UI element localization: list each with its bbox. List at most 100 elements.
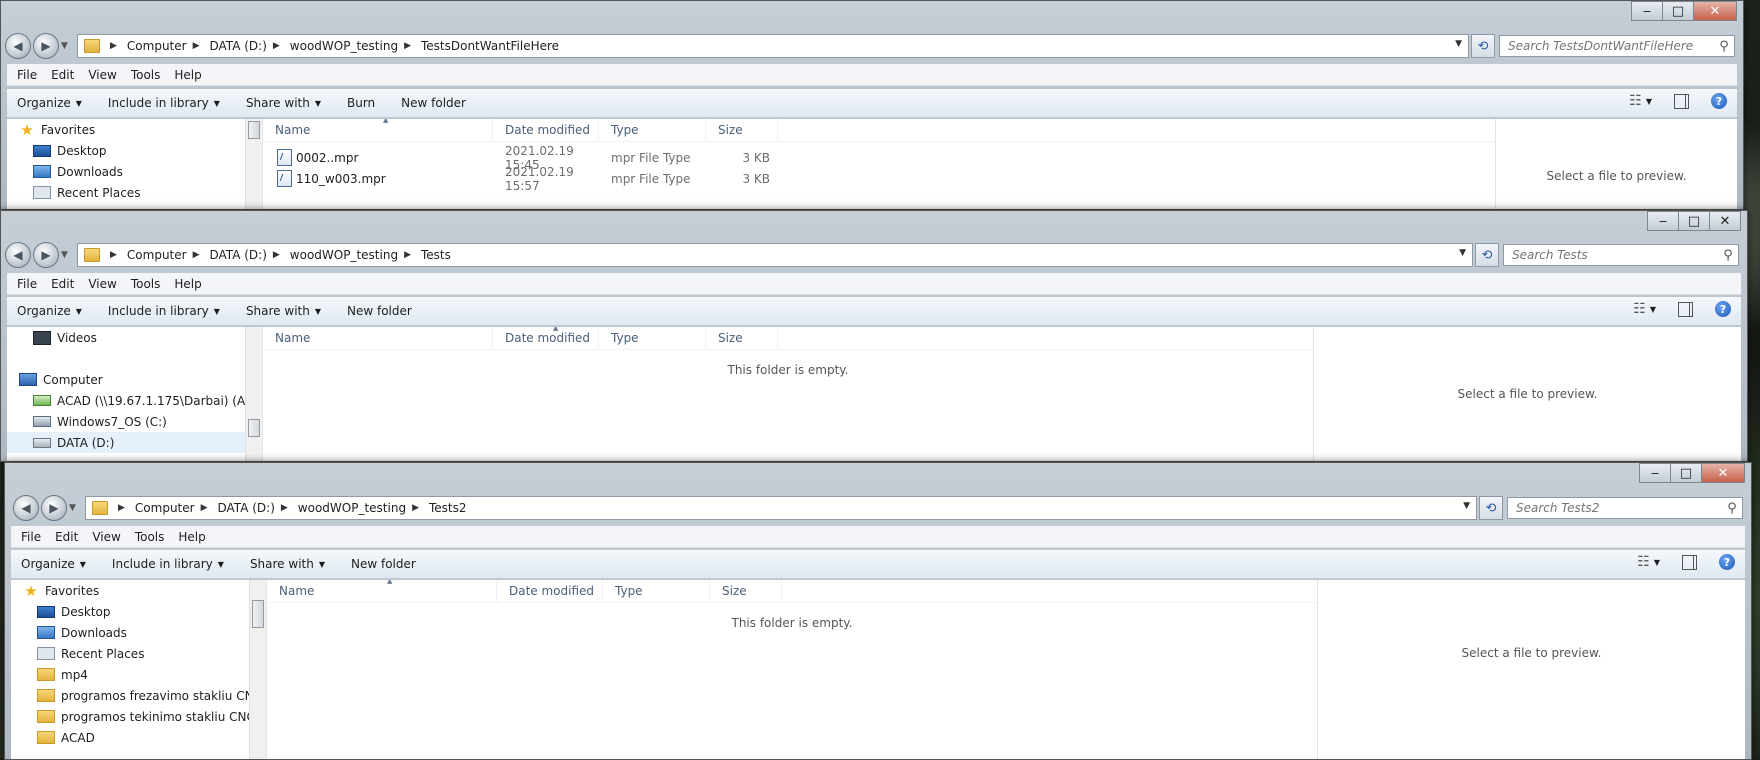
address-dropdown-icon[interactable]: ▼ [1463, 501, 1470, 511]
breadcrumb-data-drive[interactable]: DATA (D:) ▶ [210, 39, 290, 53]
menu-edit[interactable]: Edit [51, 68, 74, 82]
menu-view[interactable]: View [88, 277, 116, 291]
recent-pages-dropdown[interactable]: ▼ [69, 503, 79, 513]
refresh-button[interactable]: ⟲ [1475, 243, 1499, 267]
recent-pages-dropdown[interactable]: ▼ [61, 41, 71, 51]
breadcrumb-computer[interactable]: Computer ▶ [127, 39, 210, 53]
refresh-button[interactable]: ⟲ [1479, 496, 1503, 520]
nav-folder-acad[interactable]: ACAD [11, 727, 266, 748]
column-type[interactable]: Type [599, 119, 706, 141]
maximize-button[interactable]: □ [1662, 1, 1694, 21]
breadcrumb-current-folder[interactable]: Tests [421, 248, 451, 262]
menu-tools[interactable]: Tools [135, 530, 165, 544]
nav-videos[interactable]: Videos [7, 327, 262, 348]
breadcrumb-computer[interactable]: Computer ▶ [127, 248, 210, 262]
share-with-button[interactable]: Share with ▼ [250, 557, 325, 571]
column-size[interactable]: Size [706, 119, 778, 141]
address-dropdown-icon[interactable]: ▼ [1455, 39, 1462, 49]
views-icon[interactable]: ☷ [1629, 93, 1642, 109]
nav-downloads[interactable]: Downloads [11, 622, 266, 643]
address-bar[interactable]: ▶ Computer ▶ DATA (D:) ▶ woodWOP_testing ▶ … [77, 34, 1469, 58]
menu-file[interactable]: File [21, 530, 41, 544]
scrollbar-thumb[interactable] [248, 121, 260, 139]
search-box[interactable]: ⚲ [1499, 35, 1735, 57]
close-button[interactable]: ✕ [1693, 1, 1737, 21]
column-type[interactable]: Type [603, 580, 710, 602]
search-icon[interactable]: ⚲ [1714, 39, 1734, 54]
menu-view[interactable]: View [92, 530, 120, 544]
burn-button[interactable]: Burn [347, 96, 375, 110]
close-button[interactable]: ✕ [1709, 211, 1741, 231]
menu-edit[interactable]: Edit [51, 277, 74, 291]
nav-computer[interactable]: Computer [7, 369, 262, 390]
file-row[interactable]: 110_w003.mpr 2021.02.19 15:57 mpr File T… [263, 165, 1495, 193]
scrollbar-thumb[interactable] [248, 419, 260, 437]
nav-scrollbar[interactable] [249, 580, 266, 759]
nav-desktop[interactable]: Desktop [11, 601, 266, 622]
search-input[interactable] [1506, 38, 1714, 54]
back-button[interactable]: ◀ [13, 495, 39, 521]
minimize-button[interactable]: ‒ [1647, 211, 1679, 231]
breadcrumb-woodwop-testing[interactable]: woodWOP_testing ▶ [290, 39, 421, 53]
nav-scrollbar[interactable] [245, 327, 262, 461]
new-folder-button[interactable]: New folder [347, 304, 412, 318]
breadcrumb-root[interactable]: ▶ [112, 503, 135, 513]
help-icon[interactable]: ? [1719, 554, 1735, 570]
menu-file[interactable]: File [17, 277, 37, 291]
breadcrumb-root[interactable]: ▶ [104, 250, 127, 260]
scrollbar-thumb[interactable] [252, 600, 264, 628]
organize-button[interactable]: Organize ▼ [17, 96, 82, 110]
nav-folder-frezavimo[interactable]: programos frezavimo stakliu CNC [11, 685, 266, 706]
address-bar[interactable]: ▶ Computer ▶ DATA (D:) ▶ woodWOP_testing ▶ … [77, 243, 1473, 267]
column-name[interactable]: Name [263, 327, 493, 349]
help-icon[interactable]: ? [1715, 301, 1731, 317]
column-type[interactable]: Type [599, 327, 706, 349]
breadcrumb-woodwop-testing[interactable]: woodWOP_testing ▶ [298, 501, 429, 515]
maximize-button[interactable]: □ [1678, 211, 1710, 231]
search-box[interactable]: ⚲ [1503, 244, 1739, 266]
back-button[interactable]: ◀ [5, 242, 31, 268]
menu-help[interactable]: Help [178, 530, 205, 544]
column-name[interactable]: Name [263, 119, 493, 141]
breadcrumb-data-drive[interactable]: DATA (D:) ▶ [218, 501, 298, 515]
preview-pane-icon[interactable] [1674, 93, 1689, 109]
column-size[interactable]: Size [710, 580, 782, 602]
refresh-button[interactable]: ⟲ [1471, 34, 1495, 58]
forward-button[interactable]: ▶ [33, 242, 59, 268]
views-dropdown-icon[interactable]: ▼ [1654, 558, 1660, 567]
address-bar[interactable]: ▶ Computer ▶ DATA (D:) ▶ woodWOP_testing ▶ … [85, 496, 1477, 520]
minimize-button[interactable]: ‒ [1631, 1, 1663, 21]
search-icon[interactable]: ⚲ [1722, 501, 1742, 516]
preview-pane-icon[interactable] [1682, 554, 1697, 570]
breadcrumb-computer[interactable]: Computer ▶ [135, 501, 218, 515]
nav-recent-places[interactable]: Recent Places [7, 182, 262, 203]
views-icon[interactable]: ☷ [1637, 554, 1650, 570]
address-dropdown-icon[interactable]: ▼ [1459, 248, 1466, 258]
column-size[interactable]: Size [706, 327, 778, 349]
nav-data-drive[interactable]: DATA (D:) [7, 432, 262, 453]
column-date-modified[interactable]: Date modified [493, 119, 599, 141]
nav-folder-mp4[interactable]: mp4 [11, 664, 266, 685]
breadcrumb-woodwop-testing[interactable]: woodWOP_testing ▶ [290, 248, 421, 262]
search-icon[interactable]: ⚲ [1718, 248, 1738, 263]
include-in-library-button[interactable]: Include in library ▼ [112, 557, 224, 571]
menu-edit[interactable]: Edit [55, 530, 78, 544]
search-input[interactable] [1514, 500, 1722, 516]
close-button[interactable]: ✕ [1701, 463, 1745, 483]
new-folder-button[interactable]: New folder [351, 557, 416, 571]
menu-view[interactable]: View [88, 68, 116, 82]
forward-button[interactable]: ▶ [41, 495, 67, 521]
organize-button[interactable]: Organize ▼ [17, 304, 82, 318]
file-row[interactable]: 0002..mpr 2021.02.19 15:45 mpr File Type… [263, 144, 1495, 172]
minimize-button[interactable]: ‒ [1639, 463, 1671, 483]
share-with-button[interactable]: Share with ▼ [246, 304, 321, 318]
nav-windows7-os-drive[interactable]: Windows7_OS (C:) [7, 411, 262, 432]
maximize-button[interactable]: □ [1670, 463, 1702, 483]
views-dropdown-icon[interactable]: ▼ [1650, 305, 1656, 314]
breadcrumb-current-folder[interactable]: Tests2 [429, 501, 467, 515]
include-in-library-button[interactable]: Include in library ▼ [108, 96, 220, 110]
breadcrumb-data-drive[interactable]: DATA (D:) ▶ [210, 248, 290, 262]
nav-acad-network-drive[interactable]: ACAD (\\19.67.1.175\Darbai) (A:) [7, 390, 262, 411]
menu-tools[interactable]: Tools [131, 68, 161, 82]
views-icon[interactable]: ☷ [1633, 301, 1646, 317]
